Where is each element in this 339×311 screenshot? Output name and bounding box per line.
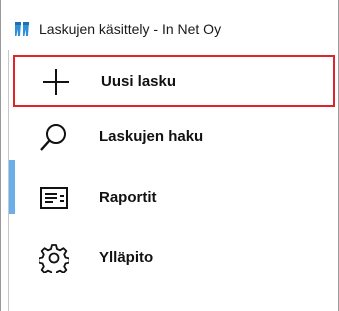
nav-item-label: Ylläpito [99,249,154,266]
navigation-panel: Uusi lasku Laskujen haku Raportit Ylläpi… [8,50,338,311]
report-icon [37,181,71,215]
nav-item-new-invoice[interactable]: Uusi lasku [13,55,335,107]
nav-item-label: Raportit [99,189,157,206]
plus-icon [39,65,73,99]
nav-item-maintenance[interactable]: Ylläpito [13,232,335,284]
tooth-icon [13,20,35,38]
nav-item-reports[interactable]: Raportit [13,172,335,224]
search-icon [37,120,71,154]
nav-item-label: Uusi lasku [101,73,177,90]
window-title: Laskujen käsittely - In Net Oy [39,21,222,37]
gear-icon [37,241,71,275]
nav-item-invoice-search[interactable]: Laskujen haku [13,110,335,162]
title-bar: Laskujen käsittely - In Net Oy [1,0,338,50]
app-window: Laskujen käsittely - In Net Oy Uusi lask… [0,0,339,311]
nav-item-label: Laskujen haku [99,128,204,145]
